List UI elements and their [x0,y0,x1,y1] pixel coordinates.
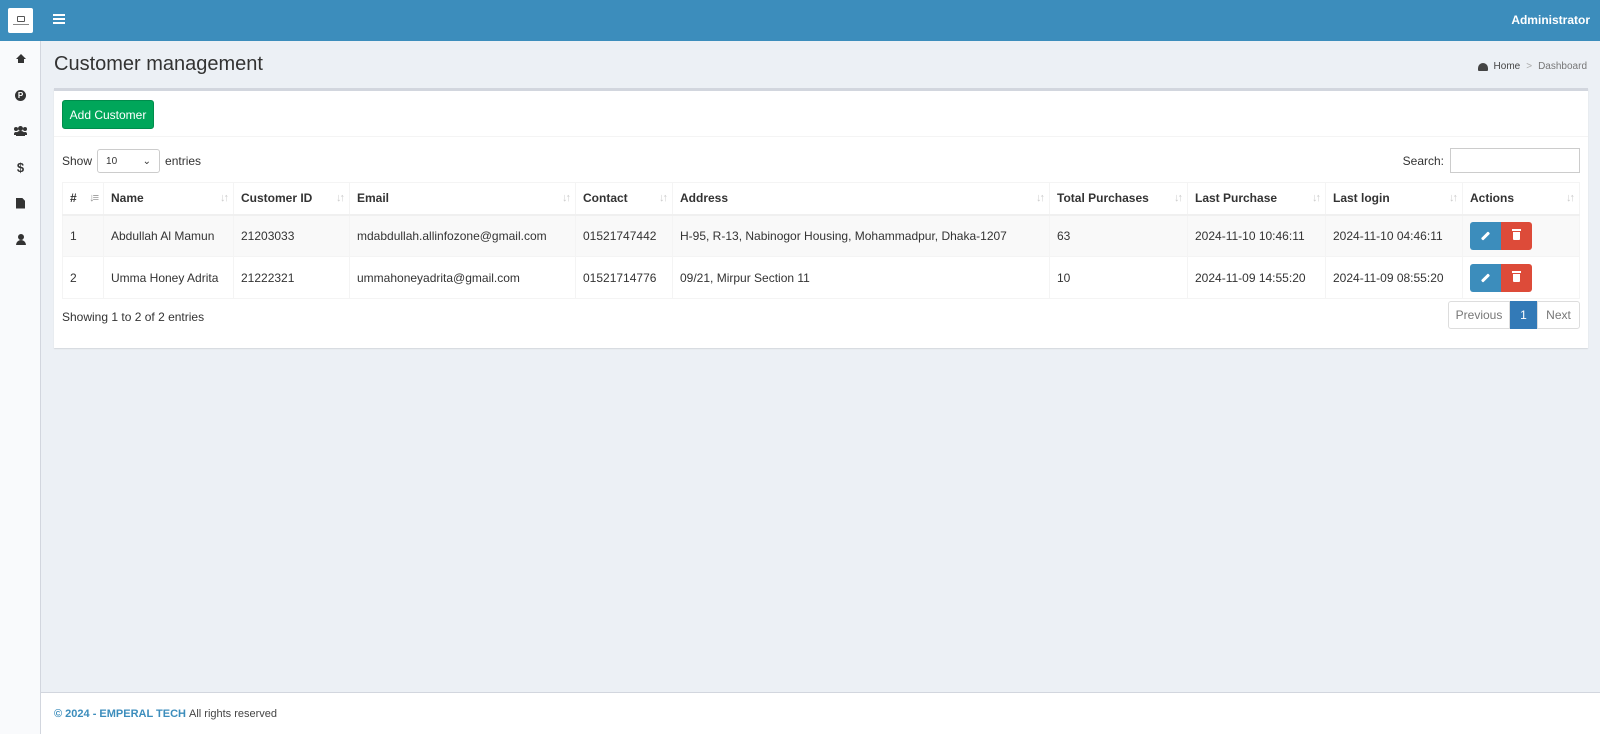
sidebar: P $ [0,41,41,734]
user-icon [15,233,26,245]
cell-total-purchases: 63 [1049,214,1188,257]
sort-icon: ↓↑ [659,192,668,204]
cell-customer-id: 21203033 [233,214,350,257]
sort-asc-icon: ↓≡ [89,192,99,204]
cell-email: ummahoneyadrita@gmail.com [349,256,576,299]
cell-customer-id: 21222321 [233,256,350,299]
pencil-icon [1480,272,1491,283]
cell-last-purchase: 2024-11-10 10:46:11 [1187,214,1326,257]
next-page-button[interactable]: Next [1537,301,1580,329]
cell-actions [1462,256,1580,299]
menu-toggle-icon[interactable] [53,14,65,26]
show-label: Show [62,154,93,168]
search-label: Search: [1402,153,1444,168]
page-button-1[interactable]: 1 [1510,301,1537,329]
users-icon [14,126,27,136]
table-search: Search: [1403,148,1580,173]
home-icon [15,54,26,64]
cell-index: 1 [62,214,104,257]
table-row: 2 Umma Honey Adrita 21222321 ummahoneyad… [62,256,1580,299]
sort-icon: ↓↑ [1449,192,1458,204]
page-title: Customer management [54,53,263,75]
sidebar-item-profile[interactable] [0,221,41,257]
entries-select[interactable]: 10 ⌄ [97,149,161,173]
cell-index: 2 [62,256,104,299]
cell-contact: 01521714776 [575,256,673,299]
cell-name: Abdullah Al Mamun [103,214,234,257]
column-header-last-purchase[interactable]: Last Purchase ↓↑ [1187,182,1326,216]
table-row: 1 Abdullah Al Mamun 21203033 mdabdullah.… [62,214,1580,257]
sidebar-item-reports[interactable] [0,185,41,221]
trash-icon [1512,228,1521,240]
breadcrumb-separator: > [1526,61,1533,72]
delete-button[interactable] [1501,221,1532,250]
cell-last-login: 2024-11-09 08:55:20 [1325,256,1463,299]
delete-button[interactable] [1501,263,1532,292]
dollar-icon: $ [16,159,25,175]
footer: © 2024 - EMPERAL TECH All rights reserve… [41,692,1600,734]
footer-copyright[interactable]: © 2024 - EMPERAL TECH [54,708,186,720]
sidebar-item-products[interactable]: P [0,77,41,113]
customer-table-box: Add Customer Show 10 ⌄ entries Search: #… [54,88,1588,348]
cell-address: 09/21, Mirpur Section 11 [672,256,1050,299]
search-input[interactable] [1450,148,1580,173]
previous-page-button[interactable]: Previous [1448,301,1510,329]
sidebar-item-home[interactable] [0,41,41,77]
table-info: Showing 1 to 2 of 2 entries [62,310,205,324]
trash-icon [1512,270,1521,282]
cell-email: mdabdullah.allinfozone@gmail.com [349,214,576,257]
top-navbar: Administrator [0,0,1600,41]
sort-icon: ↓↑ [1566,192,1575,204]
cell-actions [1462,214,1580,257]
column-header-total-purchases[interactable]: Total Purchases ↓↑ [1049,182,1188,216]
column-header-name[interactable]: Name ↓↑ [103,182,234,216]
pencil-icon [1480,231,1491,241]
column-header-customer-id[interactable]: Customer ID ↓↑ [233,182,350,216]
sort-icon: ↓↑ [562,192,571,204]
sidebar-item-sales[interactable]: $ [0,149,41,185]
column-header-index[interactable]: # ↓≡ [62,182,104,216]
column-header-actions[interactable]: Actions ↓↑ [1462,182,1580,216]
column-header-contact[interactable]: Contact ↓↑ [575,182,673,216]
footer-rights: All rights reserved [189,707,278,720]
box-header: Add Customer [54,91,1588,137]
cell-last-login: 2024-11-10 04:46:11 [1325,214,1463,257]
cell-total-purchases: 10 [1049,256,1188,299]
sort-icon: ↓↑ [1036,192,1045,204]
cell-contact: 01521747442 [575,214,673,257]
sort-icon: ↓↑ [1174,192,1183,204]
cell-address: H-95, R-13, Nabinogor Housing, Mohammadp… [672,214,1050,257]
p-circle-icon: P [15,89,26,101]
entries-label: entries [165,154,202,168]
user-menu[interactable]: Administrator [1511,13,1590,27]
column-header-last-login[interactable]: Last login ↓↑ [1325,182,1463,216]
logo-container[interactable] [0,0,41,41]
entries-select-value: 10 [106,155,118,167]
file-icon [16,197,25,209]
customer-table: # ↓≡ Name ↓↑ Customer ID ↓↑ Email ↓↑ Contact… [62,182,1580,299]
chevron-down-icon: ⌄ [142,155,152,167]
breadcrumb-current: Dashboard [1538,61,1587,72]
sidebar-item-customers[interactable] [0,113,41,149]
cell-name: Umma Honey Adrita [103,256,234,299]
dashboard-icon [1477,62,1488,71]
breadcrumb-home-link[interactable]: Home [1494,61,1521,72]
column-header-email[interactable]: Email ↓↑ [349,182,576,216]
cell-last-purchase: 2024-11-09 14:55:20 [1187,256,1326,299]
sort-icon: ↓↑ [336,192,345,204]
entries-length-control: Show 10 ⌄ entries [62,149,201,173]
edit-button[interactable] [1470,263,1501,292]
edit-button[interactable] [1470,221,1501,250]
add-customer-button[interactable]: Add Customer [62,100,154,129]
sort-icon: ↓↑ [1312,192,1321,204]
company-logo [8,8,33,33]
table-header-row: # ↓≡ Name ↓↑ Customer ID ↓↑ Email ↓↑ Contact… [62,182,1580,216]
breadcrumb: Home > Dashboard [1477,61,1587,72]
sort-icon: ↓↑ [220,192,229,204]
pagination: Previous 1 Next [1448,301,1580,329]
column-header-address[interactable]: Address ↓↑ [672,182,1050,216]
